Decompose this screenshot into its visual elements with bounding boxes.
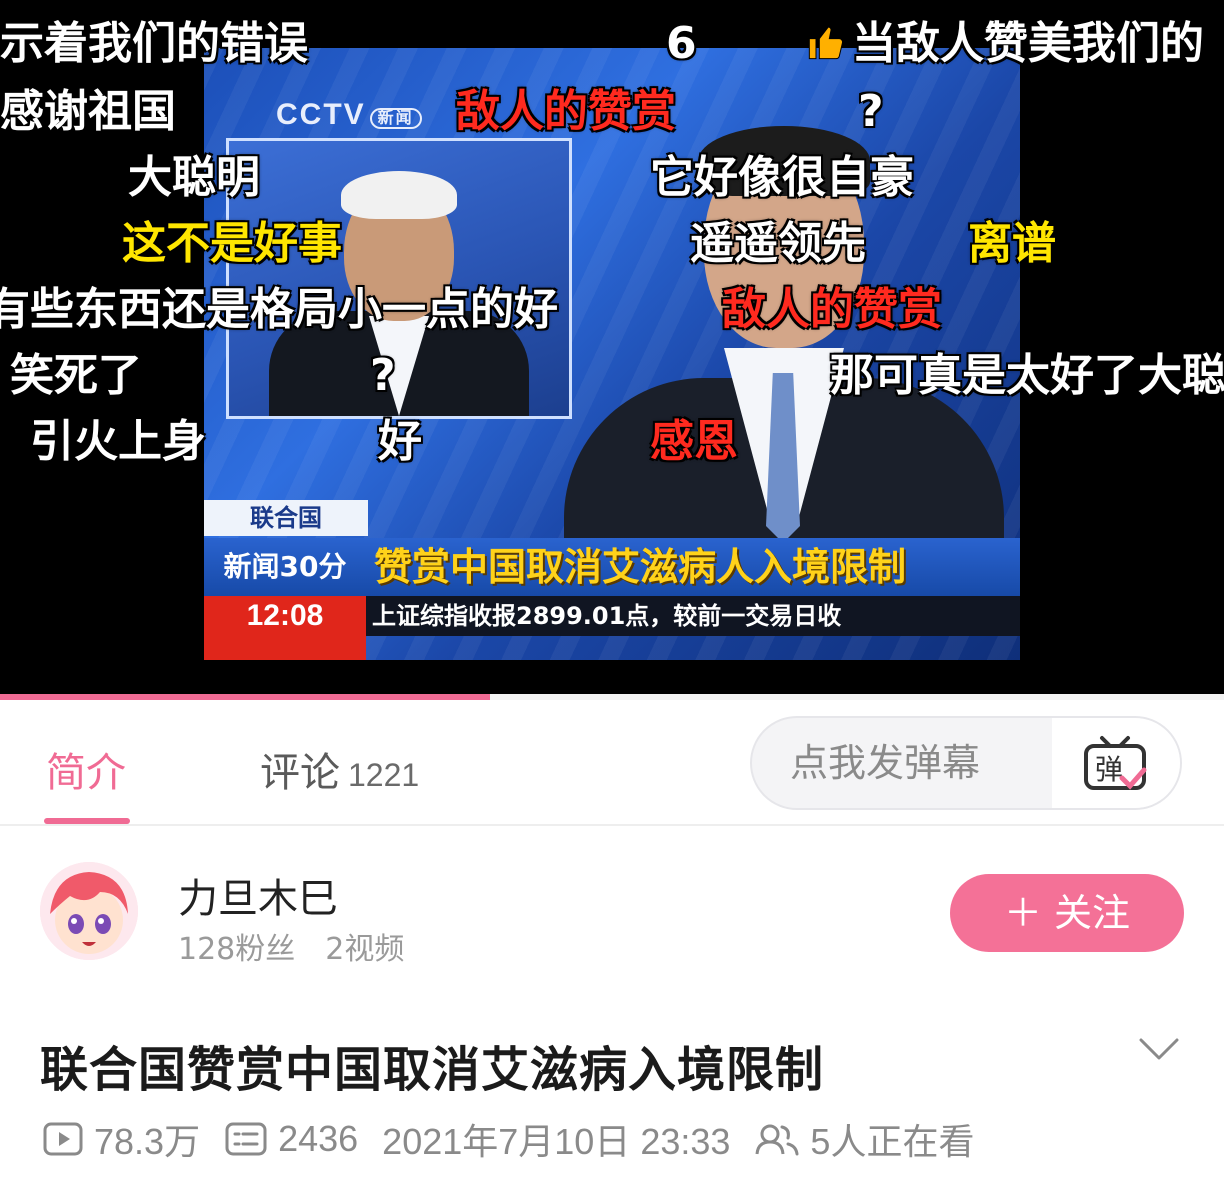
tab-intro[interactable]: 简介 (46, 740, 126, 798)
danmaku-toggle-icon: 弹 (1084, 736, 1147, 790)
danmaku-liked-text: 当敌人赞美我们的 (852, 18, 1204, 69)
publish-date: 2021年7月10日 23:33 (382, 1121, 731, 1162)
tab-comments-label: 评论 (260, 750, 340, 796)
danmaku-comment: 敌人的赞赏 (722, 284, 942, 335)
danmaku-composer: 点我发弹幕 弹 (750, 716, 1182, 810)
uploader-stats: 128粉丝 2视频 (178, 924, 404, 968)
danmaku-comment: 那可真是太好了大聪 (830, 350, 1224, 401)
danmaku-comment: ? (858, 86, 884, 137)
play-count-icon (43, 1122, 83, 1156)
comment-count: 1221 (348, 757, 420, 793)
tab-comments[interactable]: 评论 1221 (260, 740, 419, 798)
danmaku-comment: 好 (378, 416, 422, 467)
danmaku-count: 2436 (278, 1118, 359, 1159)
danmaku-comment: 它好像很自豪 (650, 152, 914, 203)
viewers-icon (755, 1124, 799, 1156)
avatar[interactable] (40, 862, 138, 960)
active-tab-indicator (44, 818, 130, 824)
danmaku-comment-liked: 当敌人赞美我们的 (806, 22, 1204, 66)
broadcast-headline: 赞赏中国取消艾滋病人入境限制 (374, 545, 907, 589)
danmaku-comment: 这不是好事 (122, 218, 342, 269)
video-title: 联合国赞赏中国取消艾滋病入境限制 (40, 1042, 825, 1098)
tab-bar: 简介 评论 1221 点我发弹幕 弹 (0, 700, 1224, 826)
danmaku-toggle-button[interactable]: 弹 (1052, 718, 1180, 808)
danmaku-comment: 大聪明 (128, 152, 260, 203)
danmaku-comment: 遥遥领先 (690, 218, 866, 269)
danmaku-comment: 有些东西还是格局小一点的好 (0, 284, 558, 335)
danmaku-comment: 离谱 (968, 218, 1056, 269)
danmaku-comment: 6 (666, 18, 697, 69)
channel-logo-tag: 新闻 (369, 108, 422, 130)
uploader-fans: 128粉丝 (178, 932, 296, 967)
channel-logo-text: CCTV (276, 98, 366, 131)
channel-logo: CCTV 新闻 (276, 98, 422, 132)
video-player[interactable]: CCTV新闻 赞赏 联合国 新闻30分 赞赏中国取消艾滋病人入境限制 12:08… (0, 0, 1224, 700)
video-meta: 78.3万 2436 2021年7月10日 23:33 5人正在看 (42, 1114, 974, 1164)
inset-speaker-window: 赞赏 (226, 138, 572, 419)
chevron-down-icon[interactable] (1138, 1036, 1180, 1062)
uploader-videos: 2视频 (325, 932, 405, 967)
danmaku-comment: 示着我们的错误 (0, 18, 308, 69)
danmaku-comment: 引火上身 (30, 416, 206, 467)
thumbs-up-icon (808, 26, 844, 60)
follow-button[interactable]: ＋ 关注 (950, 874, 1184, 952)
lower-third-org: 联合国 (204, 500, 368, 536)
program-name: 新闻30分 (223, 550, 347, 583)
danmaku-input[interactable]: 点我发弹幕 (790, 718, 980, 808)
news-ticker: 上证综指收报2899.01点，较前一交易日收 (366, 596, 1020, 636)
danmaku-toggle-glyph: 弹 (1095, 753, 1123, 786)
danmaku-comment: 笑死了 (10, 350, 142, 401)
danmaku-comment: 感谢祖国 (0, 86, 176, 137)
uploader-name[interactable]: 力旦木巳 (178, 866, 338, 924)
danmaku-comment: 敌人的赞赏 (456, 86, 676, 137)
view-count: 78.3万 (94, 1121, 201, 1162)
watching-now: 5人正在看 (810, 1121, 975, 1162)
avatar-image (40, 862, 138, 960)
danmaku-comment: 感恩 (650, 416, 738, 467)
broadcast-clock: 12:08 (204, 596, 366, 660)
danmaku-comment: ? (370, 350, 396, 401)
inset-hair (341, 171, 457, 219)
danmaku-count-icon (225, 1122, 267, 1156)
